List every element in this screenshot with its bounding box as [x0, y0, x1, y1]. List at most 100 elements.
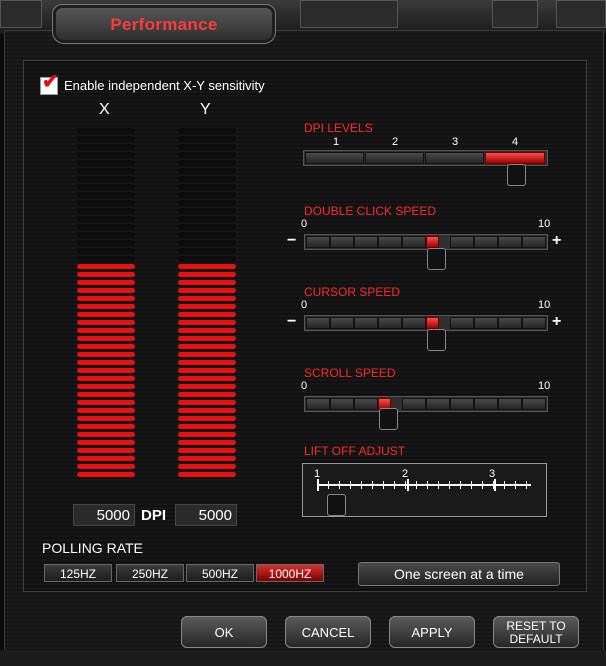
x-meter-segment: [77, 128, 135, 133]
x-meter-segment: [77, 200, 135, 205]
scroll-speed-cell[interactable]: [474, 398, 498, 410]
x-meter-segment: [77, 208, 135, 213]
y-meter-segment: [178, 328, 236, 333]
polling-125hz-button[interactable]: 125HZ: [44, 564, 112, 582]
scroll-speed-track[interactable]: [304, 396, 548, 412]
toolbar-tab-profile[interactable]: [556, 0, 606, 28]
double-click-speed-track[interactable]: [304, 234, 548, 250]
x-meter-segment: [77, 184, 135, 189]
reset-to-default-button[interactable]: RESET TO DEFAULT: [493, 616, 579, 648]
double-click-cell[interactable]: [498, 236, 522, 248]
y-dpi-input[interactable]: 5000: [175, 504, 237, 526]
scroll-speed-cell[interactable]: [426, 398, 450, 410]
x-meter-segment: [77, 320, 135, 325]
cursor-speed-cell[interactable]: [498, 317, 522, 329]
polling-250hz-button[interactable]: 250HZ: [116, 564, 184, 582]
double-click-cell[interactable]: [378, 236, 402, 248]
scroll-speed-cell[interactable]: [522, 398, 546, 410]
scroll-speed-cell[interactable]: [402, 398, 426, 410]
lift-off-minor-tick: [405, 481, 406, 489]
polling-1000hz-button[interactable]: 1000HZ: [256, 564, 324, 582]
lift-off-minor-tick: [383, 481, 384, 489]
x-meter-segment: [77, 352, 135, 357]
x-meter-segment: [77, 376, 135, 381]
ok-button[interactable]: OK: [181, 616, 267, 648]
double-click-cell[interactable]: [426, 236, 440, 248]
scroll-speed-cell[interactable]: [450, 398, 474, 410]
polling-500hz-button[interactable]: 500HZ: [186, 564, 254, 582]
cursor-speed-cell[interactable]: [426, 317, 440, 329]
x-meter-segment: [77, 256, 135, 261]
dpi-level-3-segment[interactable]: [425, 152, 484, 164]
double-click-increase-button[interactable]: +: [552, 232, 561, 250]
cursor-speed-cell[interactable]: [522, 317, 546, 329]
dpi-levels-slider-handle[interactable]: [507, 164, 526, 186]
scroll-speed-slider-handle[interactable]: [379, 408, 398, 430]
cursor-speed-track[interactable]: [304, 315, 548, 331]
y-meter-segment: [178, 432, 236, 437]
y-meter-segment: [178, 232, 236, 237]
double-click-slider-handle[interactable]: [427, 248, 446, 270]
y-meter-segment: [178, 472, 236, 477]
y-meter-segment: [178, 256, 236, 261]
toolbar-tab-logo[interactable]: [300, 0, 398, 28]
x-meter-segment: [77, 312, 135, 317]
lift-off-minor-tick: [339, 481, 340, 489]
toolbar-tab-left[interactable]: [0, 0, 42, 28]
x-meter-segment: [77, 240, 135, 245]
y-meter-segment: [178, 376, 236, 381]
x-meter-segment: [77, 152, 135, 157]
x-sensitivity-meter[interactable]: [77, 128, 135, 483]
scroll-speed-cell[interactable]: [330, 398, 354, 410]
scroll-speed-cell[interactable]: [306, 398, 330, 410]
y-meter-segment: [178, 320, 236, 325]
x-meter-segment: [77, 416, 135, 421]
double-click-cell[interactable]: [330, 236, 354, 248]
scroll-one-screen-button[interactable]: One screen at a time: [358, 562, 560, 586]
dpi-level-2-segment[interactable]: [365, 152, 424, 164]
x-meter-segment: [77, 328, 135, 333]
double-click-cell[interactable]: [306, 236, 330, 248]
cursor-speed-cell[interactable]: [450, 317, 474, 329]
lift-off-minor-tick: [460, 481, 461, 489]
x-meter-segment: [77, 304, 135, 309]
toolbar-tab-settings[interactable]: [492, 0, 538, 28]
y-meter-segment: [178, 464, 236, 469]
y-sensitivity-meter[interactable]: [178, 128, 236, 483]
cursor-speed-slider-handle[interactable]: [427, 329, 446, 351]
cursor-speed-increase-button[interactable]: +: [552, 313, 561, 331]
lift-off-slider-handle[interactable]: [326, 494, 346, 516]
double-click-cell[interactable]: [354, 236, 378, 248]
double-click-max-label: 10: [538, 218, 551, 230]
x-meter-segment: [77, 288, 135, 293]
enable-xy-checkbox[interactable]: ✔: [40, 72, 59, 95]
double-click-cell[interactable]: [474, 236, 498, 248]
cursor-speed-cell[interactable]: [474, 317, 498, 329]
scroll-speed-cell[interactable]: [354, 398, 378, 410]
cursor-speed-cell[interactable]: [354, 317, 378, 329]
dpi-level-1-segment[interactable]: [305, 152, 364, 164]
y-meter-segment: [178, 200, 236, 205]
x-dpi-input[interactable]: 5000: [73, 504, 135, 526]
x-meter-segment: [77, 272, 135, 277]
double-click-cell[interactable]: [450, 236, 474, 248]
y-meter-segment: [178, 208, 236, 213]
double-click-cell[interactable]: [402, 236, 426, 248]
lift-off-minor-tick: [449, 481, 450, 489]
cursor-speed-cell[interactable]: [330, 317, 354, 329]
cursor-speed-cell[interactable]: [402, 317, 426, 329]
dpi-label: DPI: [141, 507, 167, 524]
x-meter-segment: [77, 232, 135, 237]
apply-button[interactable]: APPLY: [389, 616, 475, 648]
cursor-speed-decrease-button[interactable]: −: [287, 313, 296, 331]
double-click-cell[interactable]: [522, 236, 546, 248]
y-meter-segment: [178, 264, 236, 269]
double-click-decrease-button[interactable]: −: [287, 232, 296, 250]
lift-off-adjust-control[interactable]: 1 2 3: [302, 463, 547, 517]
dpi-level-4-segment-selected[interactable]: [485, 152, 545, 164]
scroll-speed-cell[interactable]: [498, 398, 522, 410]
cursor-speed-cell[interactable]: [378, 317, 402, 329]
x-meter-segment: [77, 160, 135, 165]
cursor-speed-cell[interactable]: [306, 317, 330, 329]
cancel-button[interactable]: CANCEL: [285, 616, 371, 648]
